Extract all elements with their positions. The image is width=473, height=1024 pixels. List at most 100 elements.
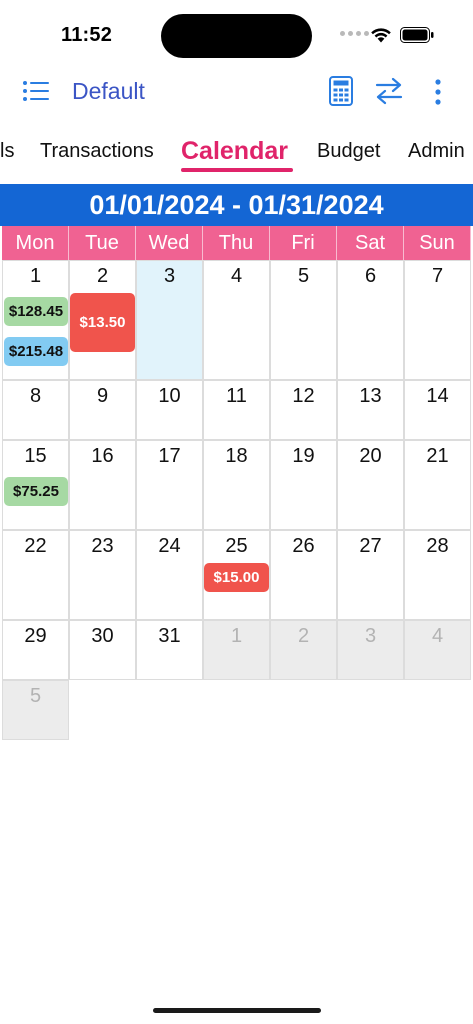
calendar-day[interactable]: 27 (337, 530, 404, 620)
day-number: 2 (96, 265, 109, 287)
day-number: 19 (292, 445, 315, 467)
swap-arrows-icon[interactable] (374, 76, 404, 106)
day-number: 24 (158, 535, 181, 557)
calendar-day[interactable]: 29 (2, 620, 69, 680)
calendar-day[interactable]: 8 (2, 380, 69, 440)
tab-details[interactable]: ls (0, 140, 14, 163)
calendar-day[interactable]: 22 (2, 530, 69, 620)
transaction-chip[interactable]: $128.45 (4, 297, 68, 326)
day-number: 26 (292, 535, 315, 557)
day-number: 5 (29, 685, 42, 707)
day-number: 10 (158, 385, 181, 407)
calendar-day-outside-month[interactable]: 4 (404, 620, 471, 680)
dynamic-island (161, 14, 312, 58)
tab-calendar[interactable]: Calendar (181, 137, 288, 166)
transaction-chip[interactable]: $15.00 (204, 563, 269, 592)
day-number: 23 (91, 535, 114, 557)
weekday-label: Fri (270, 226, 337, 260)
day-number: 15 (24, 445, 47, 467)
more-vertical-icon[interactable] (432, 78, 444, 106)
day-number: 4 (431, 625, 444, 647)
day-number: 16 (91, 445, 114, 467)
day-number: 3 (364, 625, 377, 647)
wifi-icon (371, 28, 391, 43)
calendar-day[interactable]: 7 (404, 260, 471, 380)
calendar-day[interactable]: 5 (270, 260, 337, 380)
calendar-day[interactable]: 11 (203, 380, 270, 440)
weekday-header: Mon Tue Wed Thu Fri Sat Sun (2, 226, 471, 260)
calendar-day[interactable]: 4 (203, 260, 270, 380)
tab-transactions[interactable]: Transactions (40, 140, 154, 163)
transaction-chip[interactable]: $215.48 (4, 337, 68, 366)
weekday-label: Mon (2, 226, 69, 260)
battery-icon (400, 27, 434, 43)
calendar-day[interactable]: 10 (136, 380, 203, 440)
day-number: 12 (292, 385, 315, 407)
tab-admin[interactable]: Admin (408, 140, 465, 163)
calendar-day[interactable]: 30 (69, 620, 136, 680)
list-menu-icon[interactable] (22, 79, 50, 103)
calendar-day[interactable]: 20 (337, 440, 404, 530)
day-number: 2 (297, 625, 310, 647)
calendar-day-outside-month[interactable]: 5 (2, 680, 69, 740)
calendar-day[interactable]: 16 (69, 440, 136, 530)
day-number: 20 (359, 445, 382, 467)
weekday-label: Sat (337, 226, 404, 260)
day-number: 25 (225, 535, 248, 557)
day-number: 17 (158, 445, 181, 467)
day-number: 29 (24, 625, 47, 647)
calendar-day[interactable]: 31 (136, 620, 203, 680)
day-number: 21 (426, 445, 449, 467)
weekday-label: Tue (69, 226, 136, 260)
calendar-day[interactable]: 9 (69, 380, 136, 440)
day-number: 30 (91, 625, 114, 647)
weekday-label: Sun (404, 226, 471, 260)
active-tab-indicator (181, 168, 293, 172)
weekday-label: Thu (203, 226, 270, 260)
account-title[interactable]: Default (72, 78, 145, 105)
transaction-chip[interactable]: $75.25 (4, 477, 68, 506)
calendar-day[interactable]: 19 (270, 440, 337, 530)
calendar-day[interactable]: 18 (203, 440, 270, 530)
calendar-day[interactable]: 13 (337, 380, 404, 440)
calendar-day[interactable]: 21 (404, 440, 471, 530)
calendar-day[interactable]: 6 (337, 260, 404, 380)
day-number: 5 (297, 265, 310, 287)
tab-bar: ls Transactions Calendar Budget Admin (0, 134, 473, 174)
day-number: 14 (426, 385, 449, 407)
date-range-banner[interactable]: 01/01/2024 - 01/31/2024 (0, 184, 473, 226)
day-number: 4 (230, 265, 243, 287)
calendar-day[interactable]: 14 (404, 380, 471, 440)
day-number: 7 (431, 265, 444, 287)
calendar-day[interactable]: 15 $75.25 (2, 440, 69, 530)
home-indicator[interactable] (153, 1008, 321, 1013)
calendar-day[interactable]: 28 (404, 530, 471, 620)
day-number: 9 (96, 385, 109, 407)
day-number: 6 (364, 265, 377, 287)
calendar-day-selected[interactable]: 3 (136, 260, 203, 380)
calendar-day[interactable]: 25 $15.00 (203, 530, 270, 620)
calculator-icon[interactable] (329, 76, 353, 106)
calendar-day[interactable]: 12 (270, 380, 337, 440)
day-number: 28 (426, 535, 449, 557)
weekday-label: Wed (136, 226, 203, 260)
day-number: 1 (230, 625, 243, 647)
status-time: 11:52 (61, 24, 113, 46)
tab-budget[interactable]: Budget (317, 140, 380, 163)
day-number: 11 (226, 385, 247, 407)
day-number: 1 (29, 265, 42, 287)
calendar-day[interactable]: 23 (69, 530, 136, 620)
calendar-day[interactable]: 26 (270, 530, 337, 620)
calendar-day[interactable]: 1 $128.45 $215.48 (2, 260, 69, 380)
calendar-day-outside-month[interactable]: 2 (270, 620, 337, 680)
calendar-day[interactable]: 17 (136, 440, 203, 530)
calendar-day[interactable]: 24 (136, 530, 203, 620)
day-number: 27 (359, 535, 382, 557)
calendar-day[interactable]: 2 $13.50 (69, 260, 136, 380)
calendar-day-outside-month[interactable]: 3 (337, 620, 404, 680)
transaction-chip[interactable]: $13.50 (70, 293, 135, 352)
day-number: 31 (158, 625, 181, 647)
calendar-day-outside-month[interactable]: 1 (203, 620, 270, 680)
day-number: 3 (163, 265, 176, 287)
day-number: 18 (225, 445, 248, 467)
